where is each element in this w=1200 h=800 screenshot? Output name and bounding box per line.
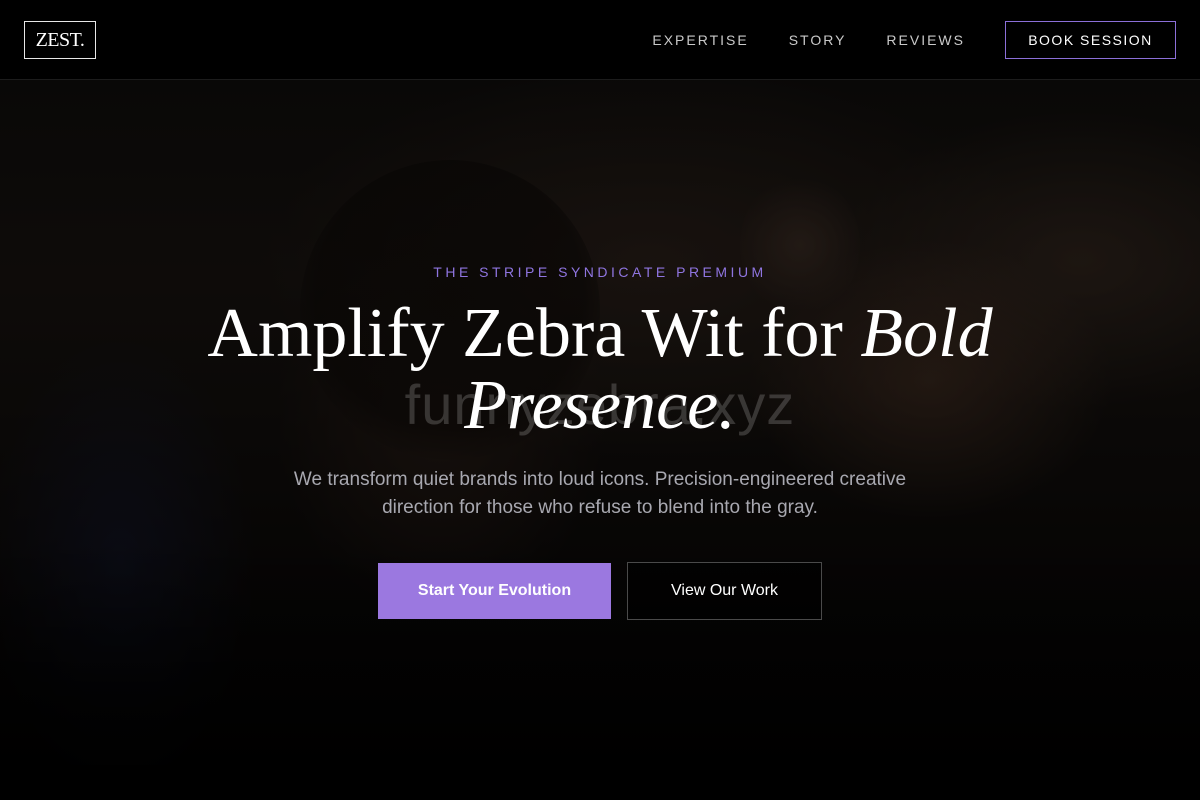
- nav-link-expertise[interactable]: EXPERTISE: [652, 32, 748, 48]
- book-session-button[interactable]: BOOK SESSION: [1005, 21, 1176, 59]
- hero-eyebrow: THE STRIPE SYNDICATE PREMIUM: [433, 264, 767, 280]
- hero-cta-group: Start Your Evolution View Our Work: [0, 562, 1200, 620]
- headline-plain: Amplify Zebra Wit for: [207, 295, 861, 372]
- site-header: ZEST. EXPERTISE STORY REVIEWS BOOK SESSI…: [0, 0, 1200, 80]
- nav-link-story[interactable]: STORY: [789, 32, 847, 48]
- view-work-button[interactable]: View Our Work: [627, 562, 822, 620]
- start-evolution-button[interactable]: Start Your Evolution: [378, 563, 611, 619]
- brand-logo[interactable]: ZEST.: [24, 21, 96, 59]
- hero-section: funnyzebra.xyz THE STRIPE SYNDICATE PREM…: [0, 80, 1200, 800]
- hero-headline: Amplify Zebra Wit for Bold Presence.: [100, 298, 1100, 442]
- nav-link-reviews[interactable]: REVIEWS: [886, 32, 965, 48]
- landing-page: ZEST. EXPERTISE STORY REVIEWS BOOK SESSI…: [0, 0, 1200, 800]
- main-navigation: EXPERTISE STORY REVIEWS BOOK SESSION: [652, 0, 1176, 80]
- hero-subtext: We transform quiet brands into loud icon…: [293, 469, 907, 518]
